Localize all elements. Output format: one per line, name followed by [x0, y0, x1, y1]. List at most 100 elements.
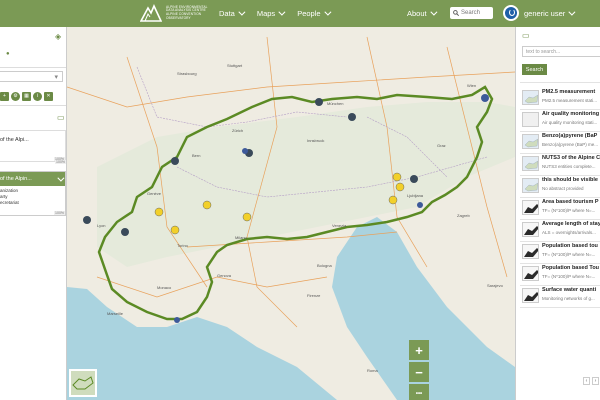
catalog-search-input[interactable]: text to search...	[522, 46, 600, 57]
nav-about[interactable]: About	[407, 8, 438, 18]
result-title[interactable]: Population based tou	[542, 243, 600, 249]
catalog-search-button[interactable]: Search	[522, 64, 547, 75]
minimap-canvas	[71, 371, 95, 395]
nav-people[interactable]: People	[297, 8, 331, 18]
city-label: Zürich	[232, 128, 243, 133]
layer-filter-select[interactable]: ▾	[0, 71, 63, 82]
layer-item[interactable]: of the Alpi... 100%	[0, 130, 66, 162]
result-title[interactable]: Population based Tou	[542, 265, 600, 271]
station-marker-icon[interactable]	[417, 202, 423, 208]
folder-icon[interactable]: ▭	[57, 113, 65, 122]
city-label: Lyon	[97, 223, 106, 228]
result-thumbnail	[522, 112, 539, 127]
station-marker-icon[interactable]	[481, 94, 489, 102]
site-logo[interactable]: Alpine Environmental Data Analysis Centr…	[140, 3, 207, 23]
header-search-placeholder: Search	[461, 10, 481, 16]
prev-page-button[interactable]: ‹	[583, 377, 590, 385]
zoom-controls: + − •••	[409, 340, 429, 400]
zoom-in-button[interactable]: +	[409, 340, 429, 360]
result-title[interactable]: this should be visible	[542, 177, 600, 183]
city-label: Milano	[235, 235, 248, 240]
result-abstract: TF= (N*100)/P where N=...	[542, 274, 596, 279]
mountain-logo-icon	[140, 4, 162, 22]
divider	[520, 82, 600, 83]
house-marker-icon[interactable]	[121, 228, 129, 236]
house-marker-icon[interactable]	[83, 216, 91, 224]
result-thumbnail	[522, 156, 539, 171]
layer-group-title: of the Alpin...	[0, 176, 32, 182]
layer-toolbar: + ⚙ ▦ i ✕	[0, 90, 66, 102]
result-title[interactable]: Air quality monitoring	[542, 111, 600, 117]
city-label: Stuttgart	[227, 63, 243, 68]
city-label: Genova	[217, 273, 232, 278]
map-canvas[interactable]: Strasbourg Stuttgart Zürich München Inns…	[67, 27, 515, 400]
settings-icon[interactable]: ⚙	[11, 91, 20, 101]
table-icon[interactable]: ▦	[22, 91, 31, 101]
result-abstract: No abstract provided	[542, 186, 584, 191]
layer-group-header[interactable]: of the Alpin...	[0, 172, 65, 186]
more-options-button[interactable]: •••	[409, 384, 429, 400]
delete-icon[interactable]: ✕	[44, 91, 53, 101]
result-item[interactable]: Surface water quanti Monitoring networks …	[520, 285, 600, 307]
nav-maps-label: Maps	[256, 9, 276, 18]
info-marker-icon[interactable]	[395, 182, 405, 192]
result-thumbnail	[522, 200, 539, 215]
result-item[interactable]: Average length of stay ALS = overnights/a…	[520, 219, 600, 241]
nav-data[interactable]: Data	[219, 8, 246, 18]
logo-text: Alpine Environmental Data Analysis Centr…	[166, 5, 207, 20]
zoom-out-button[interactable]: −	[409, 362, 429, 382]
house-marker-icon[interactable]	[410, 175, 418, 183]
nav-data-label: Data	[219, 9, 235, 18]
result-item[interactable]: PM2.5 measurement PM2.5 measurement stati…	[520, 87, 600, 109]
top-navbar: Alpine Environmental Data Analysis Centr…	[0, 0, 600, 27]
layer-group-body: anization arty ecretariat	[0, 186, 65, 206]
result-title[interactable]: PM2.5 measurement	[542, 89, 600, 95]
house-marker-icon[interactable]	[315, 98, 323, 106]
result-thumbnail	[522, 222, 539, 237]
info-marker-icon[interactable]	[154, 207, 164, 217]
info-marker-icon[interactable]	[388, 195, 398, 205]
chevron-down-icon	[323, 8, 331, 16]
info-marker-icon[interactable]	[242, 212, 252, 222]
layer-group[interactable]: of the Alpin... anization arty ecretaria…	[0, 171, 66, 216]
house-marker-icon[interactable]	[171, 157, 179, 165]
result-item[interactable]: Area based tourism P TF= (N*100)/P where …	[520, 197, 600, 219]
result-abstract: Air quality monitoring stati...	[542, 120, 598, 125]
city-label: Bern	[192, 153, 200, 158]
map-view[interactable]: Strasbourg Stuttgart Zürich München Inns…	[67, 27, 515, 400]
house-marker-icon[interactable]	[348, 113, 356, 121]
user-menu[interactable]: generic user	[524, 8, 576, 18]
result-title[interactable]: Average length of stay	[542, 221, 600, 227]
station-marker-icon[interactable]	[174, 317, 180, 323]
folder-open-icon[interactable]: ▭	[522, 31, 530, 40]
result-item[interactable]: NUTS3 of the Alpine C NUTS3 entities comp…	[520, 153, 600, 175]
result-item[interactable]: Population based Tou TF= (N*100)/P where …	[520, 263, 600, 285]
city-label: Sarajevo	[487, 283, 504, 288]
result-title[interactable]: Benzo(a)pyrene (BaP	[542, 133, 600, 139]
info-marker-icon[interactable]	[392, 172, 402, 182]
nav-maps[interactable]: Maps	[256, 8, 286, 18]
result-item[interactable]: Air quality monitoring Air quality monito…	[520, 109, 600, 131]
result-title[interactable]: Surface water quanti	[542, 287, 600, 293]
opacity-badge: 100%	[55, 160, 66, 164]
chevron-down-icon	[568, 8, 576, 16]
station-marker-icon[interactable]	[242, 148, 248, 154]
user-avatar[interactable]	[503, 5, 519, 21]
layers-panel: ◈ ● ▾ + ⚙ ▦ i ✕ ▭ of the Alpi... 100% of…	[0, 27, 67, 400]
result-thumbnail	[522, 288, 539, 303]
header-search[interactable]: Search	[450, 7, 493, 19]
info-marker-icon[interactable]	[202, 200, 212, 210]
result-title[interactable]: Area based tourism P	[542, 199, 600, 205]
next-page-button[interactable]: ›	[592, 377, 599, 385]
result-thumbnail	[522, 244, 539, 259]
result-title[interactable]: NUTS3 of the Alpine C	[542, 155, 600, 161]
info-icon[interactable]: i	[33, 91, 42, 101]
minimap[interactable]	[69, 369, 97, 397]
add-layer-button[interactable]: +	[0, 91, 9, 101]
pagination: ‹ ›	[583, 377, 599, 385]
result-item[interactable]: Population based tou TF= (N*100)/P where …	[520, 241, 600, 263]
layers-icon[interactable]: ◈	[55, 32, 61, 41]
result-item[interactable]: Benzo(a)pyrene (BaP Benzo(a)pyrene (BaP) …	[520, 131, 600, 153]
info-marker-icon[interactable]	[170, 225, 180, 235]
result-item[interactable]: this should be visible No abstract provid…	[520, 175, 600, 197]
